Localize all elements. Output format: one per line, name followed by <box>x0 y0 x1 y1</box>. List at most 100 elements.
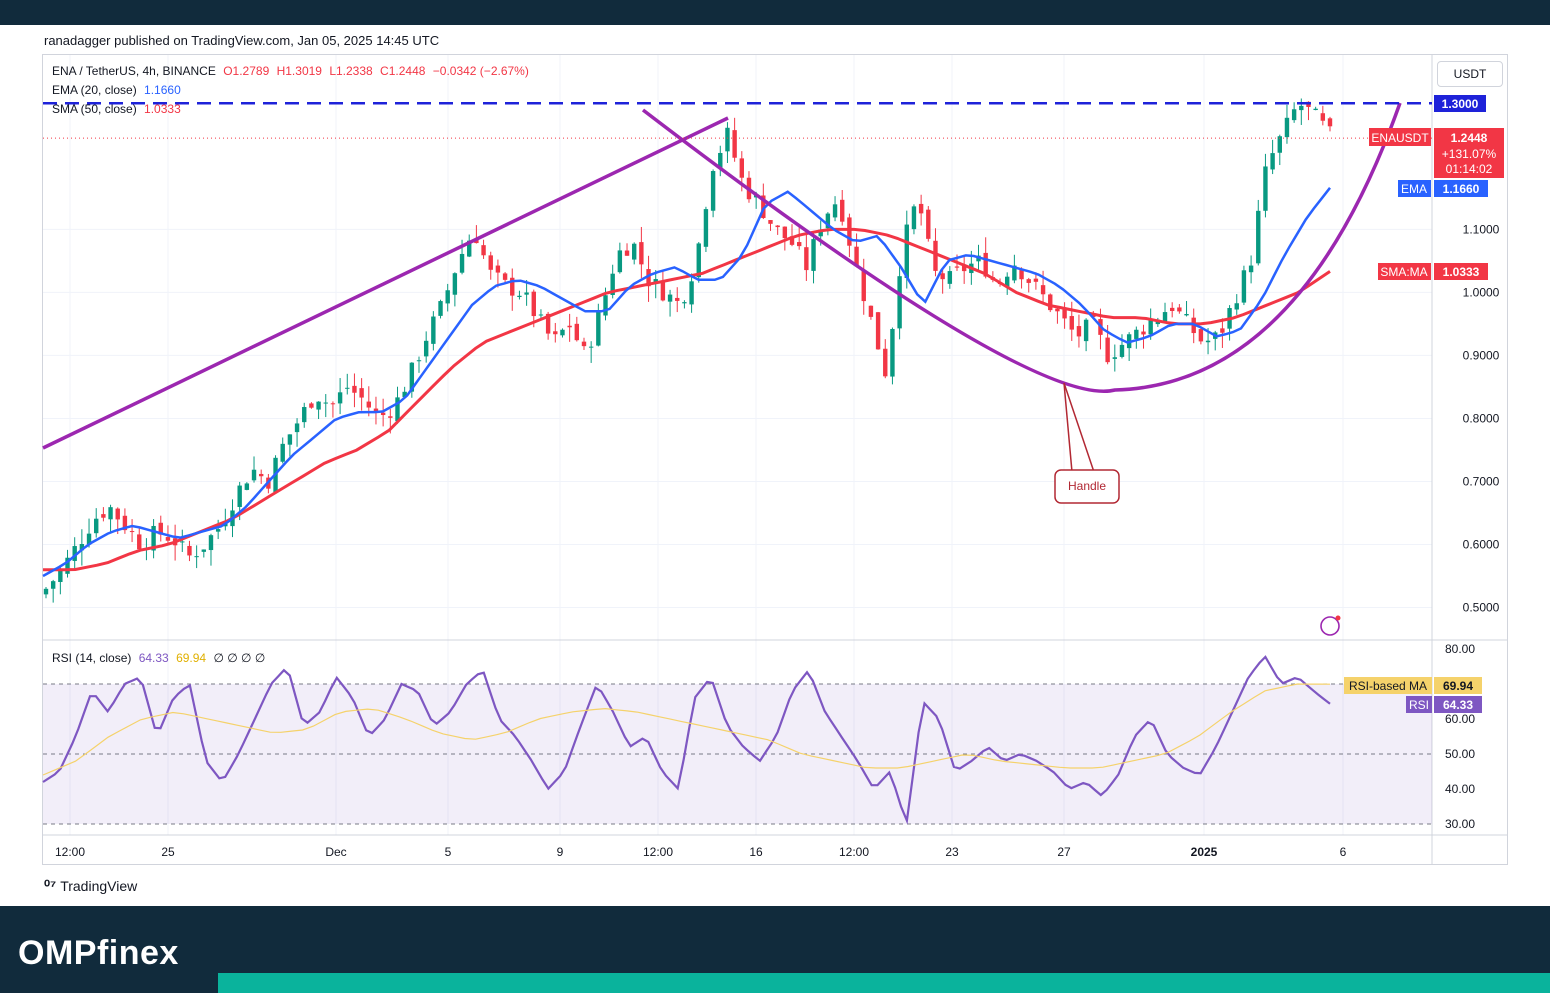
sma-name-tag-label: SMA:MA <box>1380 265 1427 279</box>
legend-ohlc: ENA / TetherUS, 4h, BINANCE O1.2789 H1.3… <box>52 64 533 78</box>
legend-ema-value: 1.1660 <box>144 83 181 97</box>
candle-body <box>732 130 737 158</box>
candle-body <box>50 581 56 589</box>
candle-body <box>796 242 802 247</box>
legend-ema-label: EMA (20, close) <box>52 83 137 97</box>
chart-canvas[interactable]: Handle 1.1000 1.0000 0.9000 0.8000 0.7000 0.6… <box>0 0 1550 993</box>
time-tick-label: 27 <box>1057 845 1071 859</box>
legend-rsi-label: RSI (14, close) <box>52 651 132 665</box>
candle-body <box>1112 357 1118 359</box>
rsi-name-tag-label: RSI <box>1409 698 1429 712</box>
time-tick-label: 12:00 <box>839 845 869 859</box>
cup-curve <box>641 102 1402 393</box>
candle-body <box>58 569 63 582</box>
candle-body <box>1055 308 1060 312</box>
candle-body <box>696 243 701 278</box>
candle-body <box>689 281 694 305</box>
candle-body <box>366 401 371 408</box>
candle-body <box>588 346 594 348</box>
candle-body <box>452 273 458 295</box>
time-tick-label: 2025 <box>1191 845 1218 859</box>
candle-body <box>1284 117 1290 138</box>
candle-body <box>459 253 465 273</box>
candle-body <box>811 239 816 271</box>
candle-body <box>359 388 364 398</box>
rsi-tick-label: 60.00 <box>1445 712 1475 726</box>
candle-body <box>531 291 536 317</box>
candle-body <box>1083 319 1089 342</box>
candle-body <box>890 328 895 377</box>
legend-ema[interactable]: EMA (20, close) 1.1660 <box>52 83 185 97</box>
candle-body <box>739 158 744 178</box>
legend-close: C1.2448 <box>380 64 426 78</box>
time-tick-label: 12:00 <box>55 845 85 859</box>
currency-button[interactable]: USDT <box>1437 61 1503 87</box>
candle-body <box>445 290 450 304</box>
candle-body <box>187 545 192 556</box>
candle-body <box>438 301 443 316</box>
candle-body <box>1241 270 1247 303</box>
candle-body <box>1320 113 1326 121</box>
candle-body <box>194 556 199 558</box>
candle-body <box>1277 136 1282 153</box>
price-tick-label: 0.5000 <box>1463 601 1500 615</box>
last-price-change: +131.07% <box>1442 147 1497 161</box>
candle-body <box>897 276 902 329</box>
price-tick-label: 0.9000 <box>1463 348 1500 362</box>
candle-body <box>1234 303 1239 310</box>
candle-body <box>1148 320 1153 335</box>
candle-body <box>237 485 242 507</box>
rsi-tick-label: 40.00 <box>1445 782 1475 796</box>
candle-body <box>1270 153 1275 170</box>
candle-body <box>725 127 730 152</box>
candle-body <box>1248 265 1254 273</box>
candle-body <box>258 473 264 477</box>
candle-body <box>567 325 572 328</box>
candle-body <box>574 323 580 341</box>
candle-body <box>488 255 493 270</box>
time-tick-label: 23 <box>945 845 959 859</box>
candle-body <box>847 217 852 246</box>
candle-body <box>1048 294 1053 311</box>
uptrend-line <box>42 116 729 450</box>
candle-body <box>675 297 680 301</box>
tradingview-logo-icon: ⁰⁷ <box>44 878 57 895</box>
ema-value-tag-label: 1.1660 <box>1443 182 1480 196</box>
candle-body <box>431 316 436 344</box>
legend-rsi[interactable]: RSI (14, close) 64.33 69.94 ∅ ∅ ∅ ∅ <box>52 651 269 665</box>
candle-body <box>502 273 508 280</box>
legend-rsi-value: 64.33 <box>138 651 169 665</box>
candle-body <box>883 348 888 377</box>
candle-body <box>280 443 285 462</box>
candles <box>43 98 1333 603</box>
candle-body <box>596 312 601 346</box>
candle-body <box>208 535 214 551</box>
candle-body <box>1134 329 1139 339</box>
footer-accent-bar <box>218 973 1550 993</box>
candle-body <box>926 209 931 239</box>
rsi-background <box>43 683 1432 825</box>
candle-body <box>538 314 544 316</box>
legend-sma[interactable]: SMA (50, close) 1.0333 <box>52 102 185 116</box>
price-tick-label: 0.6000 <box>1463 538 1500 552</box>
candle-body <box>423 340 429 357</box>
time-tick-label: 6 <box>1340 845 1347 859</box>
candle-body <box>215 529 221 532</box>
candle-body <box>244 483 250 490</box>
candle-body <box>345 387 350 389</box>
candle-body <box>861 270 866 302</box>
sma-value-tag-label: 1.0333 <box>1443 265 1480 279</box>
brand-logo: OMPfinex <box>18 934 179 972</box>
candle-body <box>632 243 637 260</box>
time-tick-label: 12:00 <box>643 845 673 859</box>
candle-body <box>129 531 135 533</box>
candle-body <box>1256 210 1261 264</box>
candle-body <box>1184 314 1189 316</box>
candle-body <box>1040 285 1046 295</box>
time-tick-label: 25 <box>161 845 175 859</box>
candle-body <box>775 225 780 228</box>
candle-body <box>954 266 960 268</box>
candle-body <box>524 292 529 295</box>
resistance-tag-label: 1.3000 <box>1442 97 1479 111</box>
candle-body <box>330 403 336 405</box>
